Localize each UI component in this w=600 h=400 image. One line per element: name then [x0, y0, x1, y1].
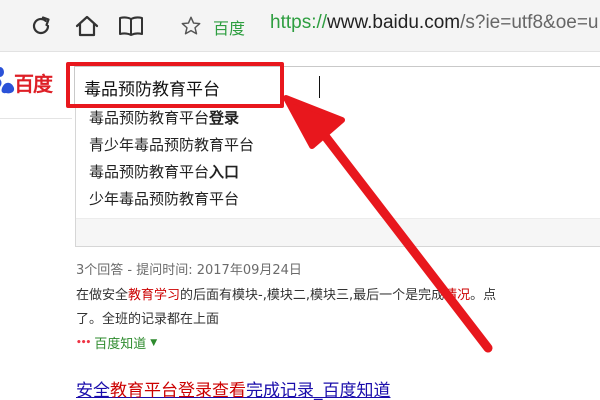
- result-snippet-line2: 了。全班的记录都在上面: [76, 312, 220, 327]
- result-source[interactable]: ••• 百度知道 ▼: [76, 333, 157, 352]
- url-path: /s?ie=utf8&oe=u: [460, 12, 599, 33]
- suggestion-dropdown: 毒品预防教育平台登录 青少年毒品预防教育平台 毒品预防教育平台入口 少年毒品预防…: [75, 107, 600, 247]
- suggestion-text: 青少年毒品预防教育平台: [89, 136, 255, 154]
- snippet-text: 。点: [470, 288, 497, 303]
- home-icon[interactable]: [70, 9, 104, 43]
- title-text: 完成记录_百度知道: [246, 381, 391, 400]
- suggestion-item[interactable]: 青少年毒品预防教育平台: [89, 134, 254, 155]
- result-snippet: 在做安全教育学习的后面有模块-,模块二,模块三,最后一个是完成情况。点: [76, 284, 496, 303]
- suggestion-text: 毒品预防教育平台: [89, 163, 210, 181]
- suggestion-bold: 入口: [209, 163, 240, 181]
- url-host: www.baidu.com: [327, 12, 461, 33]
- snippet-keyword: 教育学习: [128, 288, 181, 303]
- suggestion-item[interactable]: 少年毒品预防教育平台: [89, 188, 239, 209]
- browser-toolbar: 百度 https://www.baidu.com/s?ie=utf8&oe=u: [0, 0, 600, 52]
- zhidao-logo-icon: •••: [76, 337, 91, 348]
- annotation-highlight-box: [66, 62, 284, 108]
- divider: [0, 118, 72, 119]
- site-label: 百度: [213, 19, 246, 38]
- suggestion-footer: [76, 218, 600, 246]
- logo-text: 百度: [14, 71, 53, 96]
- source-name: 百度知道: [94, 337, 147, 352]
- reading-book-icon[interactable]: [114, 9, 148, 43]
- snippet-text: 的后面有模块-,模块二,模块三,最后一个是完成: [180, 288, 445, 303]
- suggestion-text: 少年毒品预防教育平台: [89, 190, 240, 208]
- snippet-keyword: 情况: [444, 288, 471, 303]
- suggestion-text: 毒品预防教育平台: [89, 109, 210, 127]
- baidu-logo[interactable]: 百度: [0, 62, 53, 102]
- suggestion-item[interactable]: 毒品预防教育平台入口: [89, 161, 239, 182]
- result-meta: 3个回答 - 提问时间: 2017年09月24日: [76, 263, 302, 278]
- text-caret: [319, 76, 320, 98]
- title-keyword: 教育平台登录查看: [110, 381, 246, 400]
- snippet-text: 在做安全: [76, 288, 129, 303]
- caret-down-icon[interactable]: ▼: [150, 338, 157, 348]
- address-bar[interactable]: https://www.baidu.com/s?ie=utf8&oe=u: [270, 12, 598, 34]
- url-protocol: https://: [270, 12, 328, 33]
- paw-icon: [0, 67, 15, 94]
- result-title-link[interactable]: 安全教育平台登录查看完成记录_百度知道: [76, 376, 391, 400]
- title-text: 安全: [76, 381, 110, 400]
- favorite-star-icon[interactable]: [174, 9, 208, 43]
- suggestion-item[interactable]: 毒品预防教育平台登录: [89, 107, 239, 128]
- suggestion-bold: 登录: [209, 109, 240, 127]
- refresh-icon[interactable]: [24, 9, 58, 43]
